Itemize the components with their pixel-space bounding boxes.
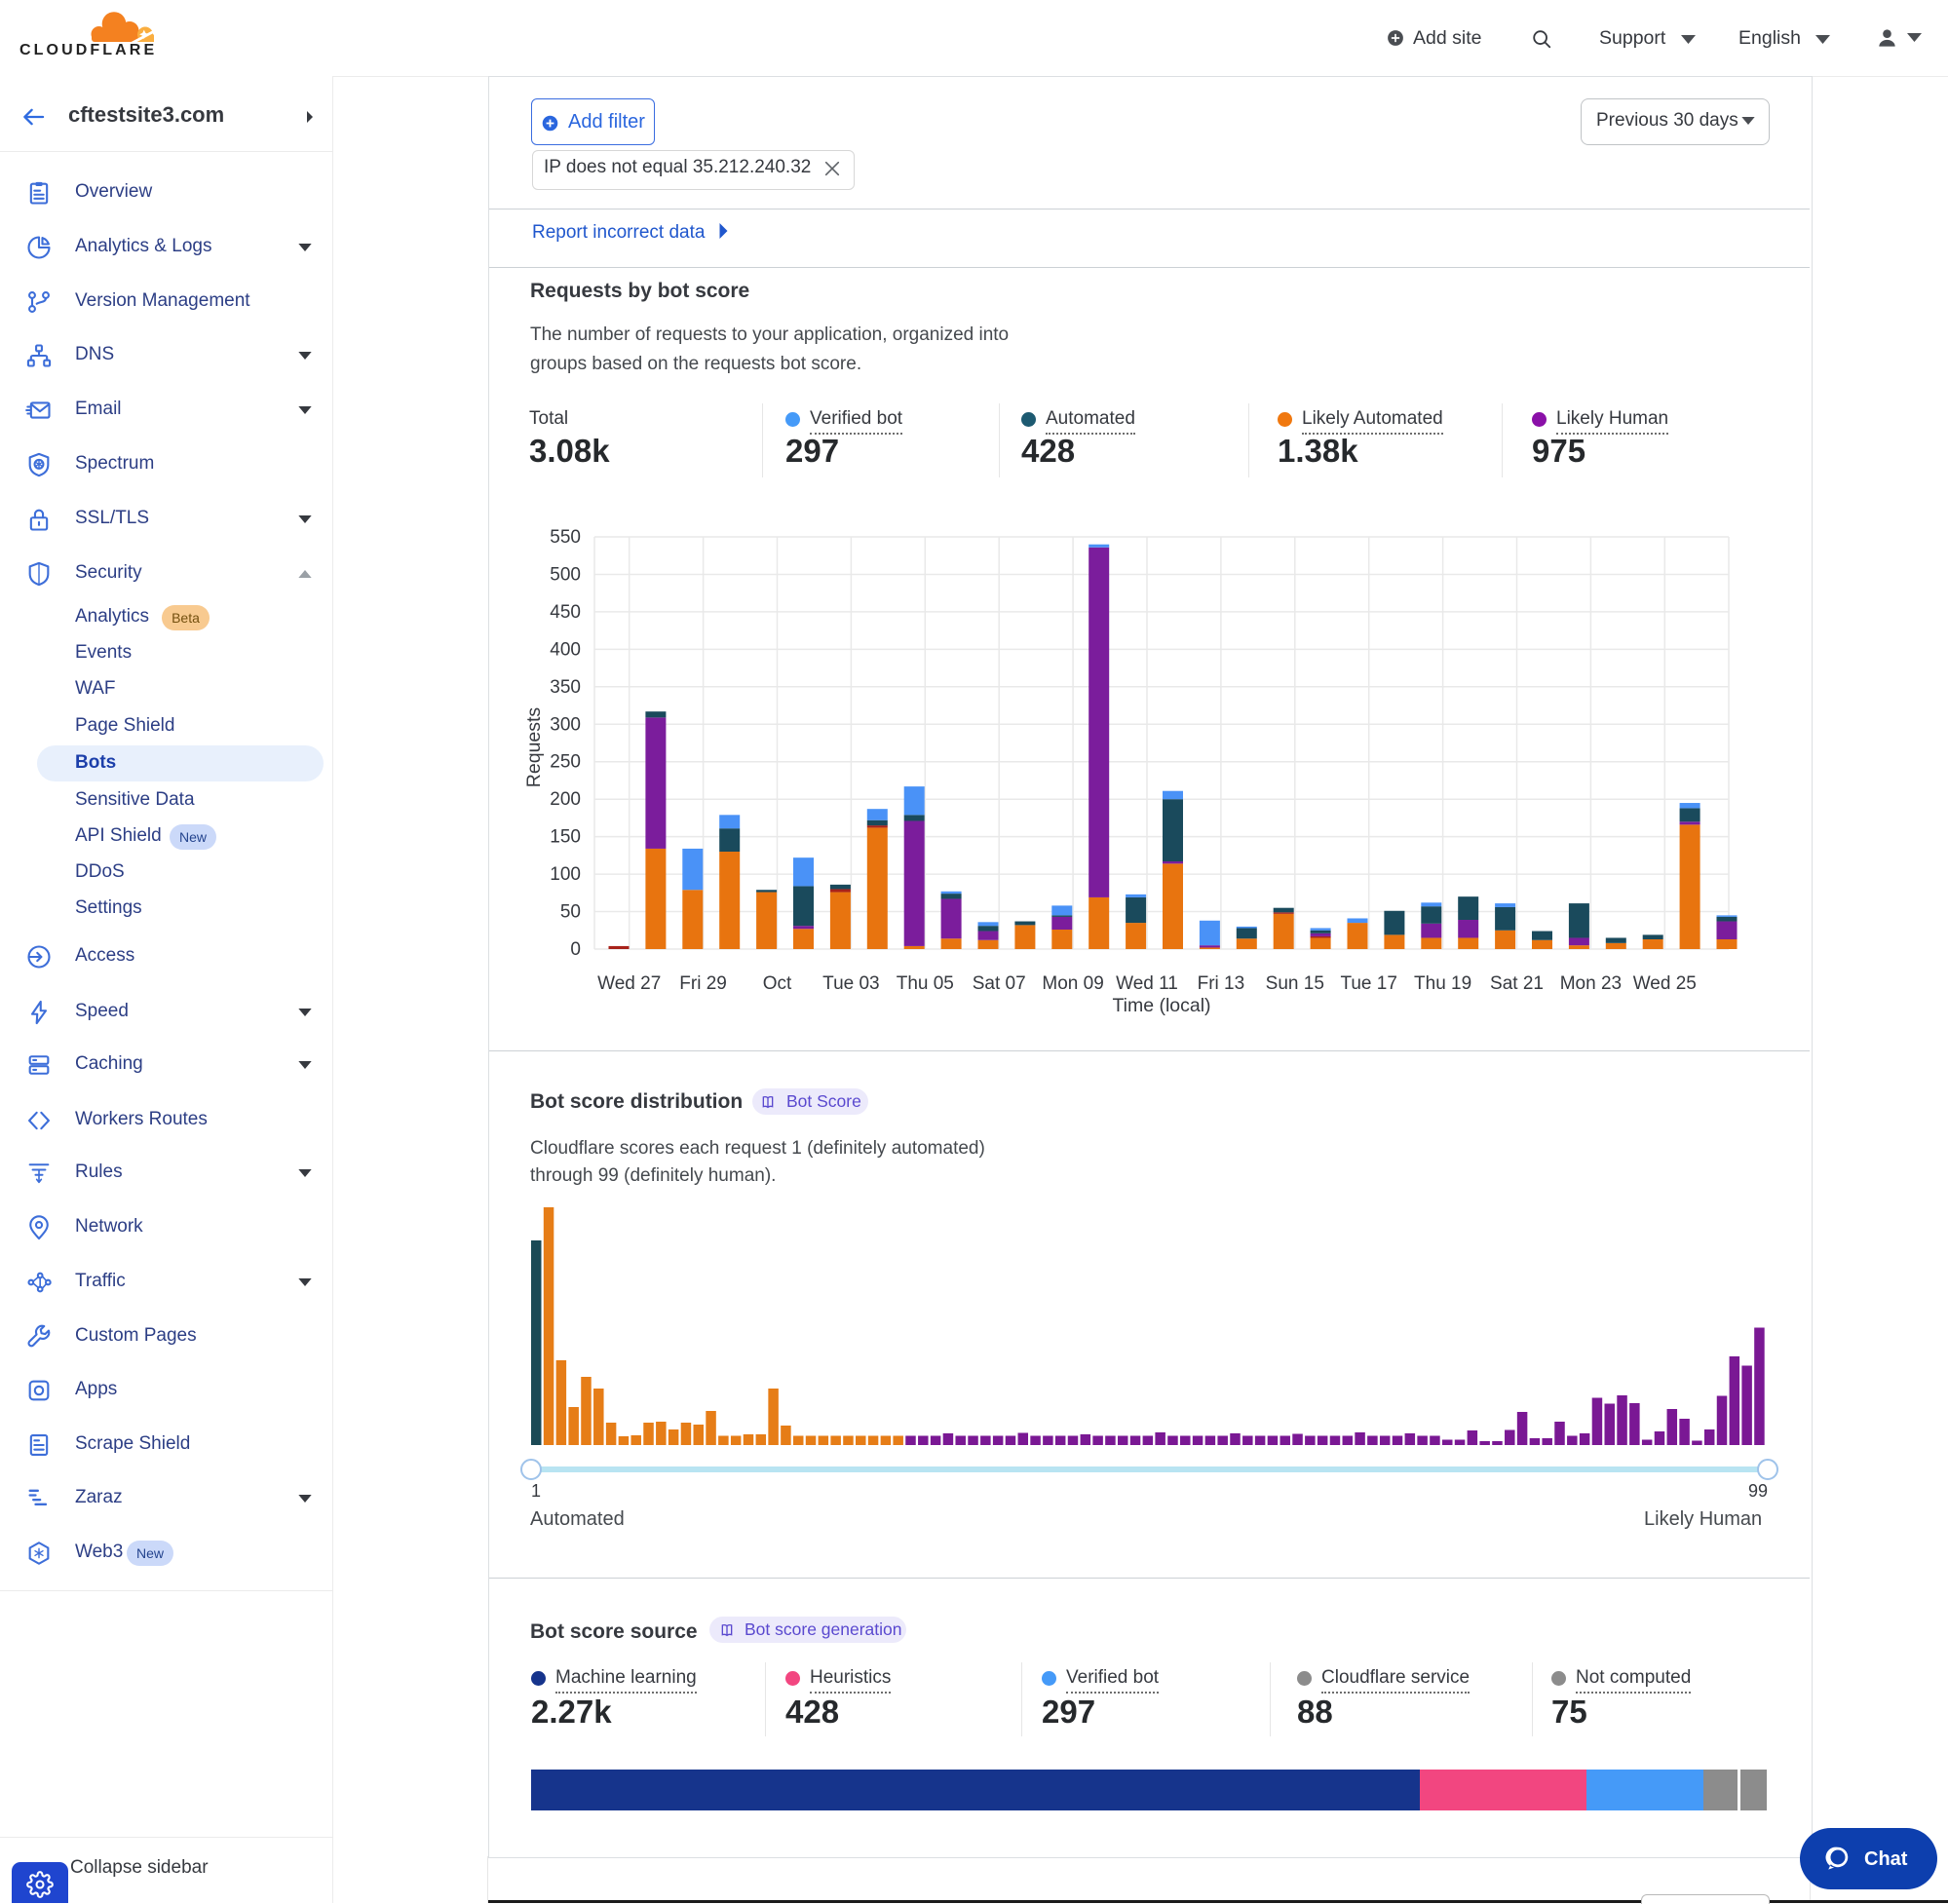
svg-text:250: 250	[550, 752, 581, 773]
svg-text:Sat 21: Sat 21	[1490, 973, 1544, 994]
svg-text:Thu 19: Thu 19	[1414, 973, 1471, 994]
svg-text:100: 100	[550, 864, 581, 885]
svg-text:Wed 27: Wed 27	[597, 973, 661, 994]
svg-text:Tue 03: Tue 03	[822, 973, 879, 994]
svg-text:Mon 09: Mon 09	[1042, 973, 1103, 994]
svg-text:Mon 23: Mon 23	[1560, 973, 1622, 994]
svg-text:Fri 29: Fri 29	[679, 973, 727, 994]
svg-text:Fri 13: Fri 13	[1198, 973, 1245, 994]
svg-text:450: 450	[550, 602, 581, 623]
svg-text:200: 200	[550, 789, 581, 810]
svg-text:Tue 17: Tue 17	[1340, 973, 1396, 994]
svg-text:400: 400	[550, 639, 581, 660]
svg-text:Oct: Oct	[763, 973, 792, 994]
svg-text:0: 0	[570, 939, 581, 960]
svg-text:300: 300	[550, 714, 581, 735]
svg-text:Time (local): Time (local)	[1112, 995, 1210, 1016]
svg-text:Sun 15: Sun 15	[1266, 973, 1324, 994]
svg-text:350: 350	[550, 677, 581, 698]
svg-text:Wed 11: Wed 11	[1116, 973, 1178, 994]
svg-text:Sat 07: Sat 07	[973, 973, 1026, 994]
svg-text:50: 50	[560, 902, 581, 923]
svg-text:Requests: Requests	[523, 707, 545, 788]
svg-text:550: 550	[550, 527, 581, 548]
svg-text:150: 150	[550, 827, 581, 848]
svg-text:Thu 05: Thu 05	[897, 973, 954, 994]
svg-text:Wed 25: Wed 25	[1633, 973, 1697, 994]
svg-text:500: 500	[550, 565, 581, 586]
